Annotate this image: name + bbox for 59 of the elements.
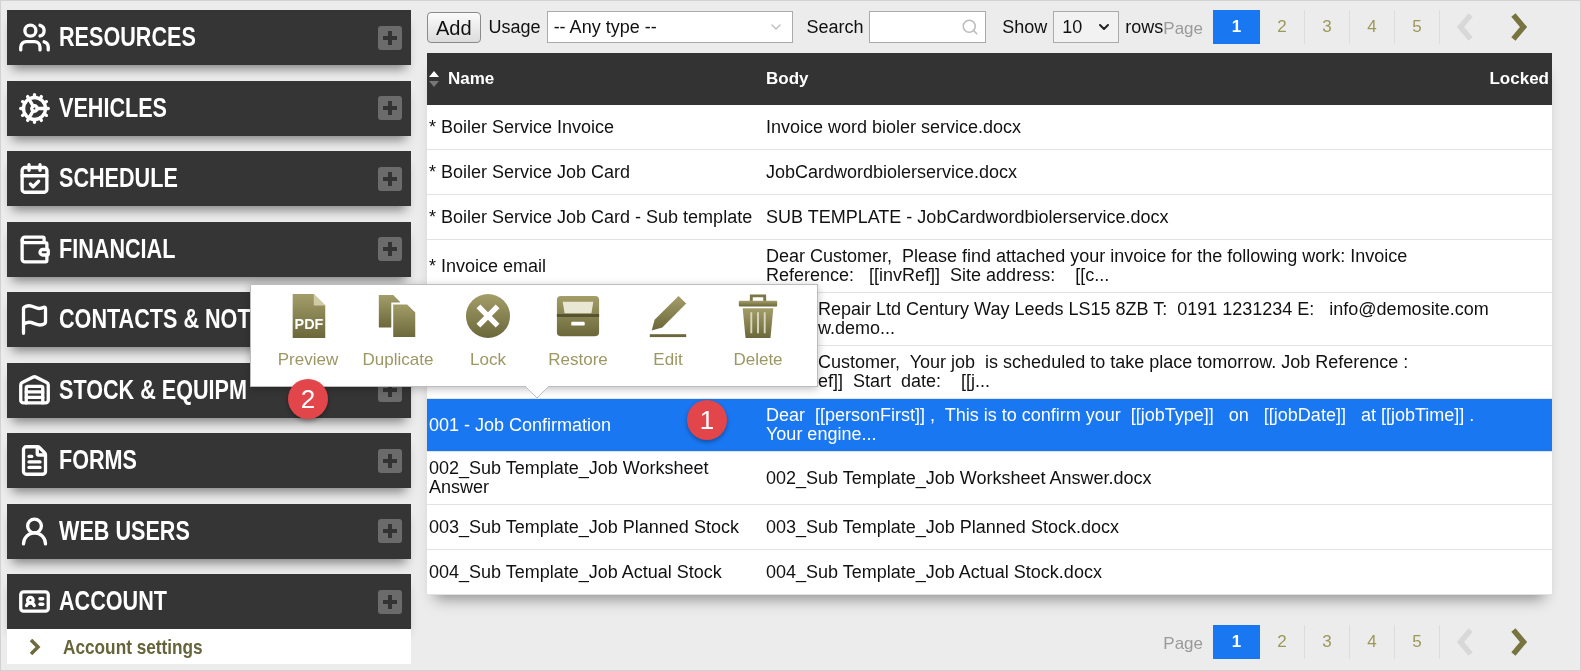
drawer-icon [555,293,601,339]
template-name: 003_Sub Template_Job Planned Stock [429,517,739,537]
template-body: Dear [[personFirst]] , This is to confirm your [[jobType]] on [[jobDate]] at [[jobTime]] . Your engine... [766,406,1476,444]
sidebar-section-header[interactable]: RESOURCES [7,10,411,65]
usage-dropdown[interactable]: -- Any type -- [546,11,794,43]
sidebar-section-header[interactable]: VEHICLES [7,80,411,136]
page-button[interactable]: 1 [1213,625,1260,659]
sidebar-section-header[interactable]: WEB USERS [7,503,411,559]
template-name: * Boiler Service Job Card [429,162,631,182]
column-header: Locked [1489,68,1550,91]
table-row[interactable]: 002_Sub Template_Job Worksheet Answer 002_Sub Template_Job Worksheet Answer.docx [427,452,1552,505]
table-row[interactable]: * Boiler Service Invoice Invoice word bioler service.docx [427,105,1552,150]
add-button[interactable]: Add [427,11,481,43]
sidebar-section-header[interactable]: FINANCIAL [7,221,411,277]
search-label: Search [806,15,864,39]
sidebar-link[interactable]: Account settings [7,629,411,664]
rows-label: rows [1125,15,1164,39]
template-name: 002_Sub Template_Job Worksheet Answer [429,459,710,497]
chevron-right-icon [29,637,41,656]
warehouse-icon [18,373,51,407]
page-button[interactable]: 1 [1213,10,1260,44]
template-body: SUB TEMPLATE - JobCardwordbiolerservice.docx [766,207,1169,227]
column-header: Body [766,68,810,91]
table-row[interactable]: * Invoice email Dear Customer, Please find attached your invoice for the following work: Invoice Reference: [[invRef]] Site address: [[c... [427,240,1552,293]
gear-icon [18,91,51,125]
template-body: JobCardwordbiolerservice.docx [766,162,1018,182]
sidebar-section-header[interactable]: SCHEDULE [7,151,411,206]
wallet-icon [18,232,51,266]
template-body: 003_Sub Template_Job Planned Stock.docx [766,517,1119,537]
template-body: Dear Customer, Please find attached your invoice for the following work: Invoice Reference: [[invRef]] Site address: [[c... [766,247,1409,285]
template-body: 002_Sub Template_Job Worksheet Answer.docx [766,468,1152,488]
table-row[interactable]: 003_Sub Template_Job Planned Stock 003_Sub Template_Job Planned Stock.docx [427,505,1552,550]
template-body-fragment: Repair Ltd Century Way Leeds LS15 8ZB T: 0191 1231234 E: info@demosite.com [818,300,1489,319]
show-label: Show [1002,15,1048,39]
people-icon [18,21,51,54]
template-name: * Invoice email [429,256,547,276]
template-body: 004_Sub Template_Job Actual Stock.docx [766,562,1102,582]
table-row[interactable]: 004_Sub Template_Job Actual Stock 004_Sub Template_Job Actual Stock.docx [427,550,1552,595]
page-label: Page [1163,18,1203,41]
search-icon [961,18,980,36]
template-name: * Boiler Service Job Card - Sub template [429,207,753,227]
template-body-fragment: Customer, Your job is scheduled to take place tomorrow. Job Reference : [818,353,1409,372]
table-row[interactable]: * Boiler Service Job Card - Sub template SUB TEMPLATE - JobCardwordbiolerservice.docx [427,195,1552,240]
page-label: Page [1163,633,1203,656]
calendar-check-icon [18,162,51,195]
template-name: * Boiler Service Invoice [429,117,615,137]
sidebar-section-header[interactable]: ACCOUNT [7,574,411,629]
table-row[interactable]: * Boiler Service Job Card JobCardwordbiolerservice.docx [427,150,1552,195]
template-body-fragment: w.demo... [818,319,896,338]
template-body-fragment: ef]] Start date: [[j... [818,372,991,391]
template-name: 001 - Job Confirmation [429,415,612,435]
usage-label: Usage [488,15,541,39]
sidebar-section-header[interactable]: FORMS [7,433,411,488]
search-field[interactable] [869,11,987,43]
column-header[interactable]: Name [427,66,766,92]
template-body: Invoice word bioler service.docx [766,117,1022,137]
template-name: 004_Sub Template_Job Actual Stock [429,562,722,582]
rows-dropdown[interactable]: 10 [1053,11,1120,43]
x-circle-icon [465,293,511,339]
